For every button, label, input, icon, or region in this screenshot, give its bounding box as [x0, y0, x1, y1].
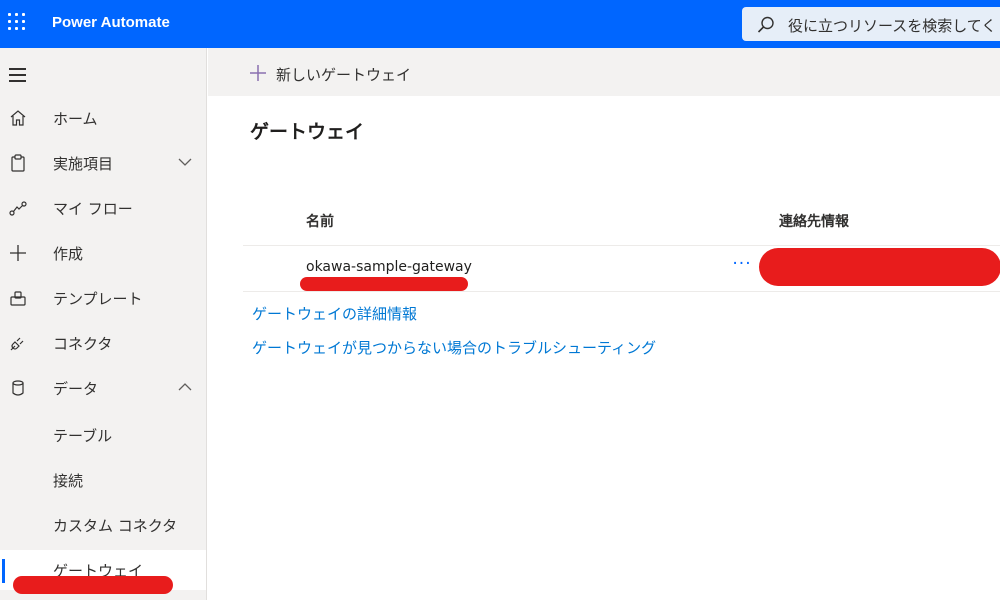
sidebar-item-data[interactable]: データ: [0, 368, 207, 408]
templates-icon: [10, 291, 26, 306]
app-title[interactable]: Power Automate: [52, 14, 170, 31]
sidebar-item-label: 実施項目: [53, 155, 114, 173]
column-header-name[interactable]: 名前: [306, 211, 334, 231]
sidebar-item-label: データ: [53, 380, 99, 398]
troubleshoot-link[interactable]: ゲートウェイが見つからない場合のトラブルシューティング: [252, 337, 656, 358]
sidebar-item-label: テンプレート: [53, 290, 143, 308]
more-options-icon[interactable]: ···: [731, 254, 753, 280]
sidebar-item-tables[interactable]: テーブル: [0, 415, 207, 455]
sidebar-item-connections[interactable]: 接続: [0, 460, 207, 500]
chevron-down-icon[interactable]: [177, 156, 193, 168]
hamburger-menu-icon[interactable]: [9, 68, 27, 82]
sidebar-item-label: コネクタ: [53, 335, 113, 353]
chevron-up-icon[interactable]: [177, 381, 193, 393]
top-bar: Power Automate 役に立つリソースを検索してく: [0, 0, 1000, 48]
sidebar-item-label: カスタム コネクタ: [53, 517, 178, 535]
clipboard-icon: [11, 154, 25, 172]
plus-icon: [10, 245, 26, 261]
redaction-mark: [13, 576, 173, 594]
sidebar-item-home[interactable]: ホーム: [0, 98, 207, 138]
search-box[interactable]: 役に立つリソースを検索してく: [742, 7, 1000, 41]
app-launcher-icon[interactable]: [6, 11, 28, 33]
sidebar-item-label: テーブル: [53, 427, 113, 445]
sidebar-item-my-flows[interactable]: マイ フロー: [0, 188, 207, 228]
sidebar-item-action-items[interactable]: 実施項目: [0, 143, 207, 183]
page-title: ゲートウェイ: [250, 121, 365, 143]
sidebar-item-templates[interactable]: テンプレート: [0, 278, 207, 318]
gateway-name[interactable]: okawa-sample-gateway: [306, 259, 472, 275]
search-input[interactable]: 役に立つリソースを検索してく: [788, 15, 996, 36]
new-gateway-label: 新しいゲートウェイ: [276, 66, 412, 84]
sidebar-item-connectors[interactable]: コネクタ: [0, 323, 207, 363]
search-icon: [757, 16, 774, 33]
sidebar-item-custom-connectors[interactable]: カスタム コネクタ: [0, 505, 207, 545]
redaction-mark: [300, 277, 468, 291]
sidebar-item-label: ホーム: [53, 110, 98, 128]
flow-icon: [9, 201, 27, 216]
home-icon: [10, 110, 26, 126]
command-bar: 新しいゲートウェイ: [208, 48, 1000, 96]
column-header-contact[interactable]: 連絡先情報: [779, 211, 849, 231]
database-icon: [12, 380, 24, 396]
plus-icon: [250, 65, 266, 81]
active-indicator: [2, 559, 5, 583]
plug-icon: [10, 337, 24, 351]
gateway-details-link[interactable]: ゲートウェイの詳細情報: [252, 303, 417, 324]
divider: [243, 291, 1000, 292]
sidebar-item-label: マイ フロー: [53, 200, 133, 218]
sidebar-item-label: 作成: [53, 245, 84, 263]
divider: [243, 245, 1000, 246]
sidebar-item-label: 接続: [53, 472, 84, 490]
sidebar-item-create[interactable]: 作成: [0, 233, 207, 273]
redaction-mark: [759, 248, 1000, 286]
